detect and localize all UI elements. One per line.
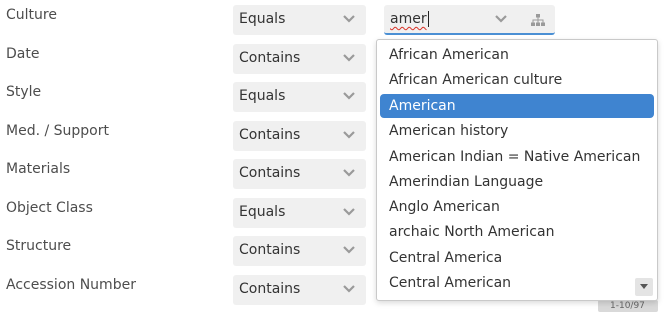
operator-select[interactable]: Contains [233,275,366,305]
triangle-down-icon [640,284,648,289]
dropdown-option[interactable]: Central American [380,271,654,295]
operator-select[interactable]: Equals [233,82,366,112]
operator-select[interactable]: Contains [233,236,366,266]
filter-row-culture: Culture Equals amer [0,0,665,38]
culture-value-input[interactable]: amer [384,5,555,35]
dropdown-option[interactable]: Anglo American [380,195,654,219]
dropdown-option[interactable]: Central America [380,246,654,270]
chevron-down-icon[interactable] [342,53,356,63]
chevron-down-icon[interactable] [494,14,508,24]
field-label: Accession Number [6,277,136,293]
culture-autocomplete-dropdown[interactable]: African American African American cultur… [376,39,658,301]
chevron-down-icon[interactable] [342,168,356,178]
operator-value: Equals [239,204,286,220]
culture-value-text[interactable]: amer [390,11,429,27]
operator-value: Equals [239,88,286,104]
dropdown-option[interactable]: African American [380,43,654,67]
field-label: Date [6,46,40,62]
operator-value: Contains [239,165,301,181]
dropdown-option[interactable]: Amerindian Language [380,170,654,194]
pager-indicator: 1-10/97 [598,300,658,312]
scroll-down-button[interactable] [635,278,653,296]
field-label: Style [6,84,42,100]
chevron-down-icon[interactable] [342,284,356,294]
dropdown-option[interactable]: African American culture [380,68,654,92]
chevron-down-icon[interactable] [342,91,356,101]
operator-value: Equals [239,11,286,27]
field-label: Materials [6,161,71,177]
operator-select[interactable]: Equals [233,5,366,35]
operator-value: Contains [239,242,301,258]
dropdown-option[interactable]: archaic North American [380,220,654,244]
chevron-down-icon[interactable] [342,207,356,217]
operator-value: Contains [239,50,301,66]
operator-select[interactable]: Contains [233,44,366,74]
dropdown-option-selected[interactable]: American [380,94,654,118]
tree-hierarchy-icon[interactable] [531,13,545,27]
dropdown-option[interactable]: American Indian = Native American [380,145,654,169]
field-label: Object Class [6,200,93,216]
operator-select[interactable]: Equals [233,198,366,228]
chevron-down-icon[interactable] [342,14,356,24]
operator-value: Contains [239,127,301,143]
chevron-down-icon[interactable] [342,245,356,255]
field-label: Structure [6,238,72,254]
operator-select[interactable]: Contains [233,121,366,151]
chevron-down-icon[interactable] [342,130,356,140]
operator-value: Contains [239,281,301,297]
dropdown-option[interactable]: American history [380,119,654,143]
field-label: Culture [6,7,57,23]
operator-select[interactable]: Contains [233,159,366,189]
field-label: Med. / Support [6,123,109,139]
